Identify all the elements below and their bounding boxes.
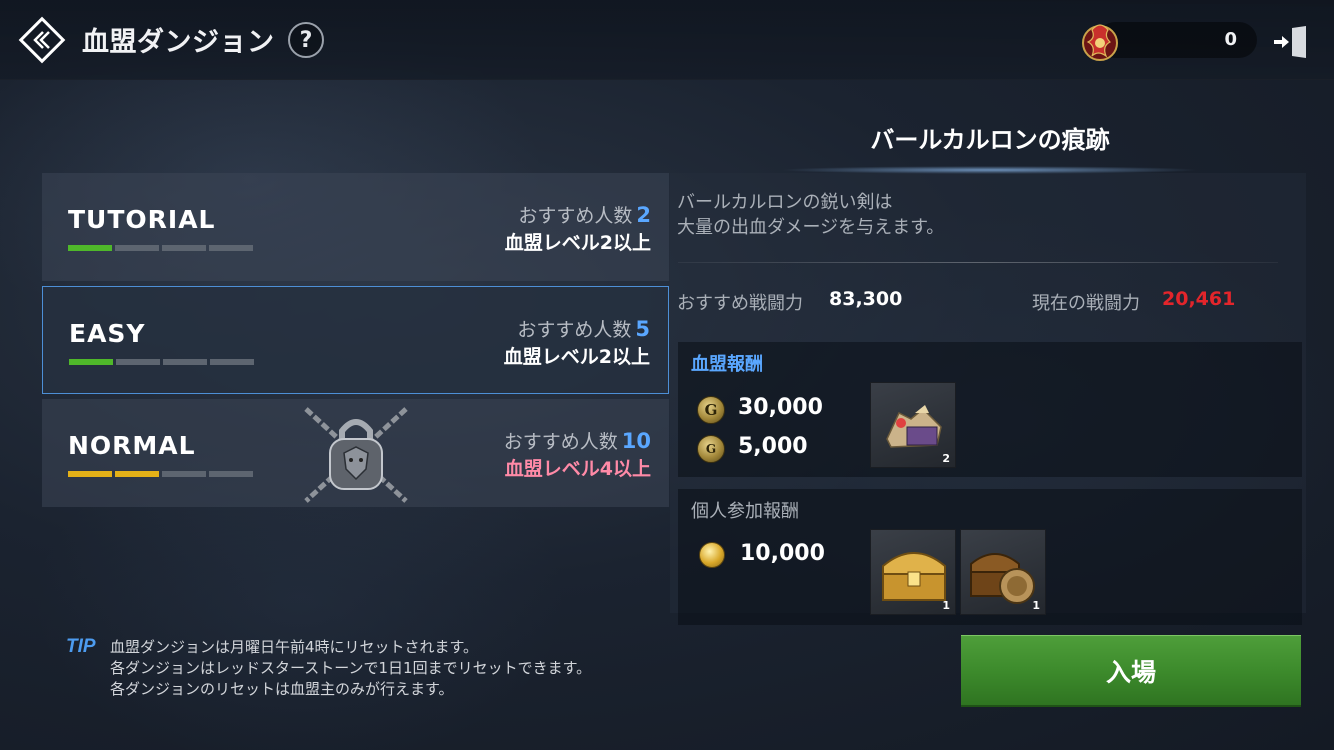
divider [678,262,1278,263]
currency-value: 0 [1224,29,1237,50]
help-button[interactable]: ? [288,22,324,58]
back-chevron-icon [18,16,66,64]
tip-line: 各ダンジョンはレッドスターストーンで1日1回までリセットできます。 [110,659,592,677]
enter-button[interactable]: 入場 [961,635,1301,707]
tip-line: 血盟ダンジョンは月曜日午前4時にリセットされます。 [110,638,479,656]
dungeon-description: バールカルロンの鋭い剣は 大量の出血ダメージを与えます。 [677,192,945,238]
lock-chains-icon [304,407,408,503]
personal-reward-item[interactable]: 1 [960,529,1046,615]
recommended-members: おすすめ人数 10 [503,429,651,453]
recommended-power-label: おすすめ戦闘力 [677,293,803,314]
clan-gold-coin-icon: G [697,396,725,424]
back-button[interactable] [17,15,67,65]
clan-level-requirement: 血盟レベル2以上 [504,232,651,254]
personal-reward-item[interactable]: 1 [870,529,956,615]
difficulty-normal[interactable]: NORMAL おすすめ人数 10 血盟レベル4以上 [42,399,669,507]
item-count: 1 [942,599,950,612]
tip-label: TIP [66,636,96,657]
difficulty-easy[interactable]: EASY おすすめ人数 5 血盟レベル2以上 [42,286,669,394]
current-power-value: 20,461 [1162,288,1236,310]
clan-exp-coin-icon: G [697,435,725,463]
difficulty-level-bar [69,359,254,365]
tip-text: 血盟ダンジョンは月曜日午前4時にリセットされます。 各ダンジョンはレッドスタース… [110,637,591,700]
recommended-power-value: 83,300 [829,288,903,310]
item-count: 2 [942,452,950,465]
dungeon-name: バールカルロンの痕跡 [870,126,1110,154]
tip-line: 各ダンジョンのリセットは血盟主のみが行えます。 [110,680,454,698]
top-bar: 血盟ダンジョン ? 0 [0,0,1334,80]
clan-level-requirement: 血盟レベル2以上 [503,346,650,368]
difficulty-list: TUTORIAL おすすめ人数 2 血盟レベル2以上 EASY おすすめ人数 5 血… [42,173,669,512]
title-glow [780,166,1200,174]
item-count: 1 [1032,599,1040,612]
personal-reward-title: 個人参加報酬 [691,501,799,522]
exit-button[interactable] [1272,22,1312,62]
clan-gold-amount: 30,000 [738,395,823,420]
difficulty-tutorial[interactable]: TUTORIAL おすすめ人数 2 血盟レベル2以上 [42,173,669,281]
dragon-emblem-icon [1078,16,1124,66]
difficulty-level-bar [68,471,253,477]
personal-reward-box: 個人参加報酬 10,000 1 1 [678,489,1302,625]
page-title: 血盟ダンジョン [82,27,275,58]
clan-exp-amount: 5,000 [738,434,808,459]
difficulty-name: TUTORIAL [68,205,216,234]
difficulty-level-bar [68,245,253,251]
clan-level-requirement: 血盟レベル4以上 [504,458,651,480]
personal-gold-amount: 10,000 [740,541,825,566]
clan-reward-item[interactable]: 2 [870,382,956,468]
exit-door-icon [1274,26,1306,58]
clan-reward-title: 血盟報酬 [691,354,763,375]
recommended-members: おすすめ人数 5 [517,317,650,341]
gold-coin-icon [699,542,725,568]
clan-reward-box: 血盟報酬 G 30,000 G 5,000 2 [678,342,1302,477]
current-power-label: 現在の戦闘力 [1032,293,1140,314]
difficulty-name: EASY [69,319,146,348]
difficulty-name: NORMAL [68,431,196,460]
recommended-members: おすすめ人数 2 [518,203,651,227]
